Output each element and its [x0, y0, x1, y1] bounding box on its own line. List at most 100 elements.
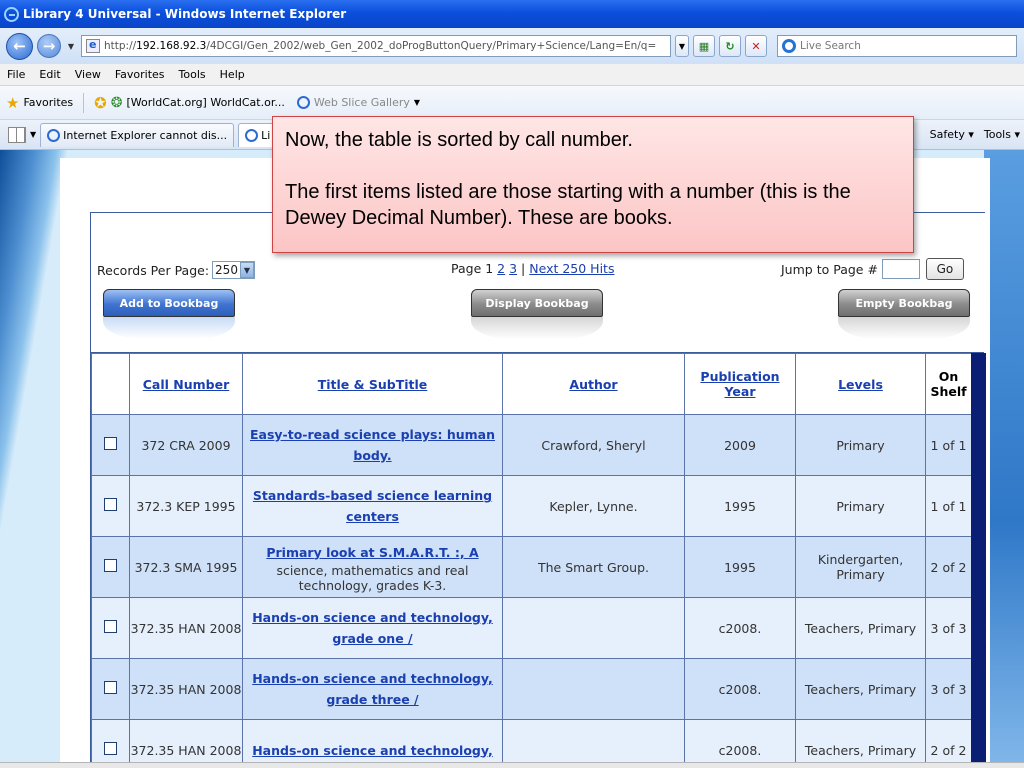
row-checkbox[interactable]: [104, 437, 117, 450]
tab-ie-icon: [245, 128, 259, 142]
call-number-cell: 372.35 HAN 2008: [129, 658, 243, 720]
sort-publication-year[interactable]: Publication Year: [684, 353, 796, 415]
title-cell: Hands-on science and technology, grade t…: [242, 658, 503, 720]
page-2-link[interactable]: 2: [497, 261, 505, 276]
url-input[interactable]: http://192.168.92.3/4DCGI/Gen_2002/web_G…: [81, 35, 671, 57]
tab-list-dropdown-icon[interactable]: ▼: [30, 130, 36, 139]
go-button[interactable]: Go: [925, 258, 964, 280]
levels-cell: Kindergarten, Primary: [795, 536, 926, 598]
title-link[interactable]: Standards-based science learning centers: [243, 485, 502, 527]
page-3-link[interactable]: 3: [509, 261, 517, 276]
title-link[interactable]: Easy-to-read science plays: human body.: [243, 424, 502, 466]
table-header-row: Call Number Title & SubTitle Author Publ…: [91, 353, 972, 415]
levels-cell: Teachers, Primary: [795, 719, 926, 768]
levels-cell: Primary: [795, 414, 926, 476]
levels-cell: Teachers, Primary: [795, 597, 926, 659]
title-link[interactable]: Hands-on science and technology, grade t…: [243, 668, 502, 710]
sort-call-number[interactable]: Call Number: [129, 353, 243, 415]
menu-file[interactable]: File: [0, 68, 32, 81]
pager-separator: |: [521, 261, 526, 276]
tab-ie-cannot-display[interactable]: Internet Explorer cannot dis...: [40, 122, 235, 147]
refresh-icon[interactable]: ↻: [719, 35, 741, 57]
web-slice-icon: [296, 96, 310, 109]
search-input[interactable]: Live Search: [777, 35, 1017, 57]
title-link[interactable]: Hands-on science and technology, grade o…: [243, 607, 502, 649]
forward-arrow-icon[interactable]: →: [37, 34, 61, 58]
window-title: Library 4 Universal - Windows Internet E…: [23, 7, 347, 21]
favorites-bar: ★ Favorites ✪ ❂ [WorldCat.org] WorldCat.…: [0, 86, 1024, 120]
annotation-callout: Now, the table is sorted by call number.…: [272, 116, 914, 253]
url-dropdown-icon[interactable]: ▼: [675, 35, 689, 57]
sort-levels[interactable]: Levels: [795, 353, 926, 415]
select-column-header: [91, 353, 130, 415]
pagination: Page 1 2 3 | Next 250 Hits: [451, 261, 614, 276]
title-link[interactable]: Primary look at S.M.A.R.T. :, A: [243, 542, 502, 563]
row-checkbox[interactable]: [104, 681, 117, 694]
callout-line-2: The first items listed are those startin…: [285, 181, 851, 229]
title-cell: Easy-to-read science plays: human body.: [242, 414, 503, 476]
compatibility-view-icon[interactable]: ▦: [693, 35, 715, 57]
jump-page-input[interactable]: [881, 259, 920, 279]
row-select-cell: [91, 719, 130, 768]
on-shelf-cell: 2 of 2: [925, 536, 972, 598]
back-arrow-icon[interactable]: ←: [6, 32, 33, 60]
call-number-cell: 372.3 KEP 1995: [129, 475, 243, 537]
records-per-page-select[interactable]: 250 ▼: [212, 261, 255, 279]
results-frame: Records Per Page: 250 ▼ Page 1 2 3 | Nex…: [90, 212, 986, 768]
row-select-cell: [91, 475, 130, 537]
quick-tabs-icon[interactable]: [8, 126, 26, 143]
menu-edit[interactable]: Edit: [32, 68, 67, 81]
table-row: 372.35 HAN 2008 Hands-on science and tec…: [91, 658, 972, 720]
callout-line-1: Now, the table is sorted by call number.: [285, 129, 633, 151]
next-hits-link[interactable]: Next 250 Hits: [529, 261, 614, 276]
records-per-page-label: Records Per Page:: [97, 262, 210, 278]
url-host: 192.168.92.3: [136, 40, 207, 52]
search-placeholder: Live Search: [800, 40, 861, 52]
worldcat-icon: ❂: [110, 94, 123, 111]
history-dropdown-icon[interactable]: ▼: [65, 42, 77, 51]
menu-help[interactable]: Help: [213, 68, 252, 81]
page-icon: [86, 38, 100, 53]
safety-menu[interactable]: Safety ▾: [930, 128, 974, 141]
sort-author[interactable]: Author: [502, 353, 685, 415]
table-row: 372.35 HAN 2008 Hands-on science and tec…: [91, 719, 972, 768]
on-shelf-cell: 1 of 1: [925, 414, 972, 476]
sort-title[interactable]: Title & SubTitle: [242, 353, 503, 415]
call-number-cell: 372 CRA 2009: [129, 414, 243, 476]
favorites-star-icon[interactable]: ★: [6, 94, 19, 112]
year-cell: c2008.: [684, 719, 796, 768]
menu-favorites[interactable]: Favorites: [108, 68, 172, 81]
url-path: /4DCGI/Gen_2002/web_Gen_2002_doProgButto…: [206, 40, 657, 52]
display-bookbag-button[interactable]: Display Bookbag: [471, 289, 603, 317]
command-bar: Safety ▾ Tools ▾: [930, 128, 1020, 141]
year-cell: 2009: [684, 414, 796, 476]
on-shelf-cell: 3 of 3: [925, 597, 972, 659]
subtitle-text: science, mathematics and real technology…: [276, 562, 469, 593]
on-shelf-cell: 1 of 1: [925, 475, 972, 537]
jump-to-page: Jump to Page # Go: [781, 258, 964, 280]
tools-menu[interactable]: Tools ▾: [984, 128, 1020, 141]
add-to-bookbag-button[interactable]: Add to Bookbag: [103, 289, 235, 317]
year-cell: 1995: [684, 475, 796, 537]
add-favorite-icon[interactable]: ✪: [94, 94, 107, 112]
author-cell: [502, 719, 685, 768]
menu-tools[interactable]: Tools: [172, 68, 213, 81]
row-checkbox[interactable]: [104, 498, 117, 511]
author-cell: Crawford, Sheryl: [502, 414, 685, 476]
favorite-web-slice-gallery[interactable]: Web Slice Gallery: [314, 96, 410, 109]
web-slice-dropdown-icon[interactable]: ▼: [414, 98, 420, 107]
row-checkbox[interactable]: [104, 742, 117, 755]
stop-icon[interactable]: ✕: [745, 35, 767, 57]
title-link[interactable]: Hands-on science and technology,: [243, 740, 502, 761]
menu-view[interactable]: View: [68, 68, 108, 81]
row-checkbox[interactable]: [104, 559, 117, 572]
scroll-edge-bar: [971, 353, 986, 768]
favorites-button[interactable]: Favorites: [23, 96, 73, 109]
favorite-worldcat[interactable]: [WorldCat.org] WorldCat.or...: [126, 96, 284, 109]
tab-label: Li: [261, 128, 271, 142]
current-page-label: Page 1: [451, 261, 494, 276]
empty-bookbag-button[interactable]: Empty Bookbag: [838, 289, 970, 317]
title-cell: Primary look at S.M.A.R.T. :, Ascience, …: [242, 536, 503, 598]
author-cell: Kepler, Lynne.: [502, 475, 685, 537]
row-checkbox[interactable]: [104, 620, 117, 633]
